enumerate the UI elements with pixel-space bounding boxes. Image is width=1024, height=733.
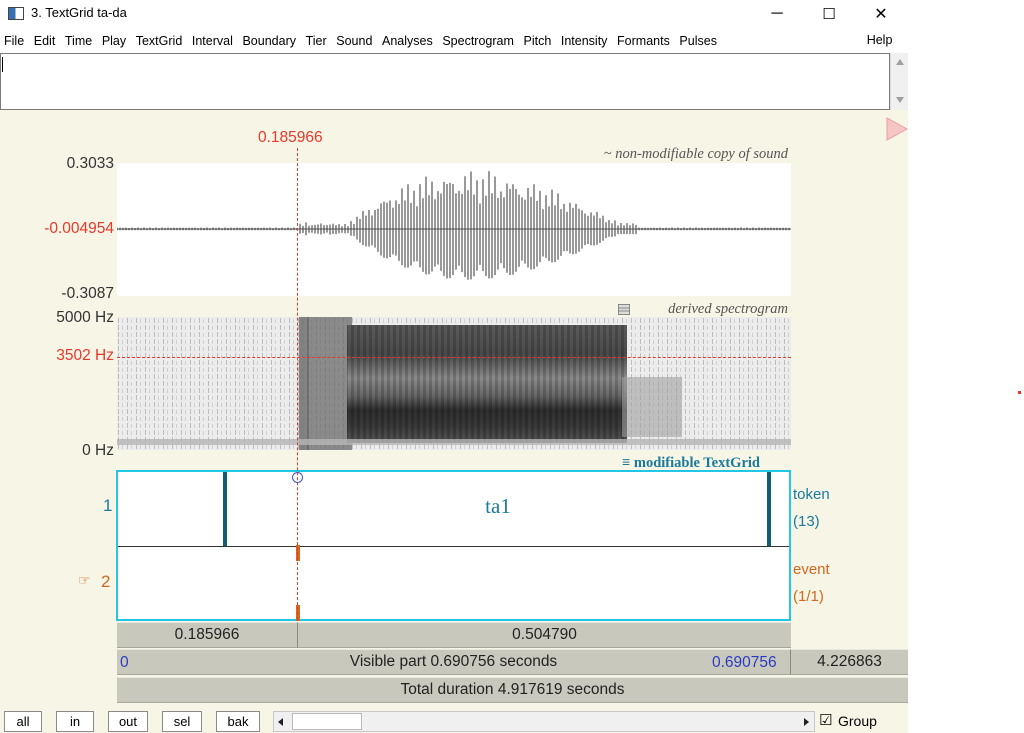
menu-pulses[interactable]: Pulses <box>679 34 717 48</box>
menu-play[interactable]: Play <box>102 34 126 48</box>
spectrogram-cursor-value: 3502 Hz <box>56 347 114 365</box>
visible-end-time: 0.690756 <box>712 654 777 672</box>
menu-file[interactable]: File <box>4 34 24 48</box>
menu-tier[interactable]: Tier <box>306 34 327 48</box>
tier-1-name[interactable]: token <box>793 486 830 503</box>
tier-1-count: (13) <box>793 513 820 530</box>
selection-left-duration[interactable]: 0.185966 <box>117 622 297 648</box>
scroll-left-icon[interactable] <box>278 718 283 726</box>
menu-spectrogram[interactable]: Spectrogram <box>442 34 514 48</box>
zoom-back-button[interactable]: bak <box>216 711 260 732</box>
zoom-out-button[interactable]: out <box>108 711 148 732</box>
maximize-button[interactable]: ☐ <box>806 0 852 28</box>
pointing-hand-icon: ☞ <box>78 572 91 589</box>
waveform-cursor-value: -0.004954 <box>44 220 114 238</box>
waveform-min-label: -0.3087 <box>61 285 114 303</box>
spectrogram-plot <box>117 317 791 450</box>
menu-textgrid[interactable]: TextGrid <box>136 34 183 48</box>
zoom-all-button[interactable]: all <box>4 711 42 732</box>
spectrogram-caption: derived spectrogram <box>668 301 788 318</box>
menu-edit[interactable]: Edit <box>34 34 56 48</box>
time-cursor-line <box>297 148 298 620</box>
menu-time[interactable]: Time <box>65 34 92 48</box>
scrollbar-thumb[interactable] <box>292 713 362 730</box>
textgrid-caption-icon: ≡ <box>622 455 634 471</box>
menu-analyses[interactable]: Analyses <box>382 34 433 48</box>
waveform-panel[interactable] <box>117 163 791 296</box>
interval-text-field[interactable] <box>0 53 890 110</box>
tier-2-count: (1/1) <box>793 588 824 605</box>
waveform-max-label: 0.3033 <box>67 155 114 173</box>
zoom-selection-button[interactable]: sel <box>162 711 202 732</box>
title-bar: 3. TextGrid ta-da ─ ☐ ✕ <box>0 0 908 28</box>
tier-separator <box>118 546 789 547</box>
spectrogram-top-label: 5000 Hz <box>56 309 114 327</box>
minimize-button[interactable]: ─ <box>754 0 800 28</box>
window-title: 3. TextGrid ta-da <box>31 5 127 20</box>
tier-1-number[interactable]: 1 <box>103 496 112 516</box>
play-triangle-icon[interactable] <box>886 117 908 141</box>
time-horizontal-scrollbar[interactable] <box>273 711 815 732</box>
tier-2-number[interactable]: 2 <box>101 572 110 592</box>
waveform-caption: ~ non-modifiable copy of sound <box>604 146 788 163</box>
group-checkbox[interactable]: ☑ <box>819 712 832 729</box>
visible-start-time: 0 <box>120 654 129 672</box>
menu-sound[interactable]: Sound <box>336 34 372 48</box>
menu-formants[interactable]: Formants <box>617 34 670 48</box>
visible-part-label: Visible part 0.690756 seconds <box>350 653 557 671</box>
scroll-right-icon[interactable] <box>804 718 809 726</box>
menu-bar: File Edit Time Play TextGrid Interval Bo… <box>0 30 908 52</box>
desktop-background <box>908 0 1024 733</box>
close-button[interactable]: ✕ <box>858 0 904 28</box>
scroll-down-icon[interactable] <box>896 97 904 103</box>
total-duration-bar[interactable]: Total duration 4.917619 seconds <box>117 677 908 703</box>
frequency-cursor-line <box>117 357 791 358</box>
text-vertical-scrollbar[interactable] <box>890 53 908 110</box>
menu-help[interactable]: Help <box>867 33 893 47</box>
menu-boundary[interactable]: Boundary <box>242 34 296 48</box>
menu-intensity[interactable]: Intensity <box>561 34 608 48</box>
app-icon <box>8 7 24 20</box>
menu-pitch[interactable]: Pitch <box>523 34 551 48</box>
textgrid-caption-text: modifiable TextGrid <box>634 455 760 471</box>
stray-dot <box>1018 391 1021 394</box>
waveform-plot <box>117 163 791 296</box>
selection-right-duration[interactable]: 0.504790 <box>297 622 791 648</box>
menu-interval[interactable]: Interval <box>192 34 233 48</box>
scroll-up-icon[interactable] <box>896 59 904 65</box>
group-label: Group <box>838 713 877 729</box>
spectrogram-panel[interactable] <box>117 317 791 450</box>
tier-2-name[interactable]: event <box>793 561 830 578</box>
visible-part-bar[interactable]: Visible part 0.690756 seconds <box>117 649 790 675</box>
after-visible-bar[interactable]: 4.226863 <box>790 649 908 675</box>
zoom-in-button[interactable]: in <box>56 711 94 732</box>
textgrid-panel[interactable]: ta1 <box>116 470 791 621</box>
tier-1-interval-label[interactable]: ta1 <box>224 494 772 519</box>
spectrogram-grid-icon <box>618 304 630 315</box>
spectrogram-bottom-label: 0 Hz <box>82 442 114 460</box>
cursor-time-label: 0.185966 <box>258 129 323 147</box>
text-caret <box>2 57 3 72</box>
